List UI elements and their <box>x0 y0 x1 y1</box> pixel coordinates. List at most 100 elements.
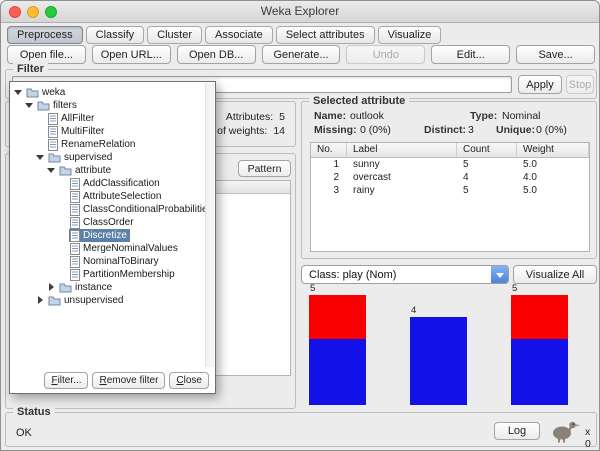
tab-preprocess[interactable]: Preprocess <box>7 26 83 44</box>
table-cell: 5.0 <box>517 158 589 171</box>
table-cell: 5.0 <box>517 184 589 197</box>
table-cell: 1 <box>311 158 347 171</box>
tree-item-label: unsupervised <box>64 295 123 306</box>
tree-item-label: RenameRelation <box>61 139 136 150</box>
tree-item-allfilter[interactable]: AllFilter <box>10 112 205 125</box>
document-icon <box>70 204 80 216</box>
tab-visualize[interactable]: Visualize <box>378 26 442 44</box>
document-icon <box>70 230 80 242</box>
name-value: outlook <box>350 110 384 122</box>
tree-item-label: ClassConditionalProbabilities <box>83 204 213 215</box>
stop-button[interactable]: Stop <box>566 75 594 94</box>
tab-select-attributes[interactable]: Select attributes <box>276 26 375 44</box>
missing-label: Missing: <box>314 124 357 136</box>
tree-item-label: supervised <box>64 152 112 163</box>
tree-item-label: Discretize <box>83 230 127 241</box>
zoom-window-button[interactable] <box>45 6 57 18</box>
document-icon <box>70 191 80 203</box>
column-header-label[interactable]: Label <box>347 143 457 157</box>
popup-button-row: Filter... Remove filter Close <box>44 372 209 389</box>
tree-collapse-icon[interactable] <box>47 166 56 175</box>
histogram-bar-segment-rainy <box>511 339 568 405</box>
tree-item-discretize[interactable]: Discretize <box>10 229 205 242</box>
document-icon <box>48 126 58 138</box>
status-panel: Status OK Log x 0 <box>5 412 597 447</box>
type-label: Type: <box>470 110 497 122</box>
open-db-button[interactable]: Open DB... <box>177 45 256 64</box>
tree-item-attribute[interactable]: attribute <box>10 164 205 177</box>
folder-icon <box>26 87 39 98</box>
close-window-button[interactable] <box>9 6 21 18</box>
tree-item-partitionmembership[interactable]: PartitionMembership <box>10 268 205 281</box>
attributes-count-label: Attributes: <box>226 111 273 123</box>
remove-filter-button[interactable]: Remove filter <box>92 372 165 389</box>
folder-icon <box>48 295 61 306</box>
sum-of-weights-value: 14 <box>273 125 285 137</box>
tree-item-label: AddClassification <box>83 178 160 189</box>
tree-indent-spacer <box>58 244 67 253</box>
tree-item-label: MultiFilter <box>61 126 104 137</box>
tree-collapse-icon[interactable] <box>14 88 23 97</box>
tree-item-weka[interactable]: weka <box>10 86 205 99</box>
bar-count-label: 5 <box>512 284 517 294</box>
tree-indent-spacer <box>58 205 67 214</box>
generate-button[interactable]: Generate... <box>262 45 341 64</box>
visualize-all-button[interactable]: Visualize All <box>513 265 597 284</box>
tree-item-filters[interactable]: filters <box>10 99 205 112</box>
column-header-weight[interactable]: Weight <box>517 143 589 157</box>
attribute-stats-header: No. Label Count Weight <box>311 143 589 158</box>
class-selector[interactable]: Class: play (Nom) <box>301 265 509 284</box>
pattern-button[interactable]: Pattern <box>238 160 291 177</box>
tree-item-label: filters <box>53 100 77 111</box>
minimize-window-button[interactable] <box>27 6 39 18</box>
tree-item-unsupervised[interactable]: unsupervised <box>10 294 205 307</box>
tree-item-addclassification[interactable]: AddClassification <box>10 177 205 190</box>
tree-indent-spacer <box>58 270 67 279</box>
edit-button[interactable]: Edit... <box>431 45 510 64</box>
tree-item-multifilter[interactable]: MultiFilter <box>10 125 205 138</box>
table-row[interactable]: 2overcast44.0 <box>311 171 589 184</box>
tree-item-nominaltobinary[interactable]: NominalToBinary <box>10 255 205 268</box>
tree-indent-spacer <box>58 257 67 266</box>
histogram-bar-segment-overcast <box>410 317 467 405</box>
distinct-label: Distinct: <box>424 124 466 136</box>
column-header-count[interactable]: Count <box>457 143 517 157</box>
distinct-value: 3 <box>468 124 474 136</box>
tree-collapse-icon[interactable] <box>25 101 34 110</box>
document-icon <box>70 217 80 229</box>
table-row[interactable]: 3rainy55.0 <box>311 184 589 197</box>
tree-indent-spacer <box>58 192 67 201</box>
table-row[interactable]: 1sunny55.0 <box>311 158 589 171</box>
folder-icon <box>59 165 72 176</box>
popup-close-button[interactable]: Close <box>169 372 209 389</box>
tab-associate[interactable]: Associate <box>205 26 273 44</box>
tree-collapse-icon[interactable] <box>36 153 45 162</box>
filter-chooser-popup: wekafiltersAllFilterMultiFilter RenameRel… <box>9 81 216 394</box>
apply-button[interactable]: Apply <box>518 75 562 94</box>
document-icon <box>70 256 80 268</box>
tree-item-supervised[interactable]: supervised <box>10 151 205 164</box>
open-url-button[interactable]: Open URL... <box>92 45 171 64</box>
tree-item-attributeselection[interactable]: AttributeSelection <box>10 190 205 203</box>
tree-item-renamerelation[interactable]: RenameRelation <box>10 138 205 151</box>
table-cell: 5 <box>457 158 517 171</box>
table-cell: sunny <box>347 158 457 171</box>
document-icon <box>70 243 80 255</box>
filter-button[interactable]: Filter... <box>44 372 88 389</box>
tree-expand-icon[interactable] <box>36 296 45 305</box>
table-cell: 4.0 <box>517 171 589 184</box>
log-button[interactable]: Log <box>494 422 540 440</box>
bar-count-label: 4 <box>411 306 416 316</box>
save-button[interactable]: Save... <box>516 45 595 64</box>
selected-attribute-panel: Selected attribute Name: outlook Type: N… <box>301 101 597 259</box>
tab-cluster[interactable]: Cluster <box>147 26 202 44</box>
column-header-no[interactable]: No. <box>311 143 347 157</box>
tree-item-mergenominalvalues[interactable]: MergeNominalValues <box>10 242 205 255</box>
tree-item-classconditionalprobabilities[interactable]: ClassConditionalProbabilities <box>10 203 205 216</box>
tree-item-instance[interactable]: instance <box>10 281 205 294</box>
tab-classify[interactable]: Classify <box>86 26 145 44</box>
popup-scrollbar[interactable] <box>205 83 214 367</box>
undo-button[interactable]: Undo <box>346 45 425 64</box>
tree-expand-icon[interactable] <box>47 283 56 292</box>
tree-item-classorder[interactable]: ClassOrder <box>10 216 205 229</box>
